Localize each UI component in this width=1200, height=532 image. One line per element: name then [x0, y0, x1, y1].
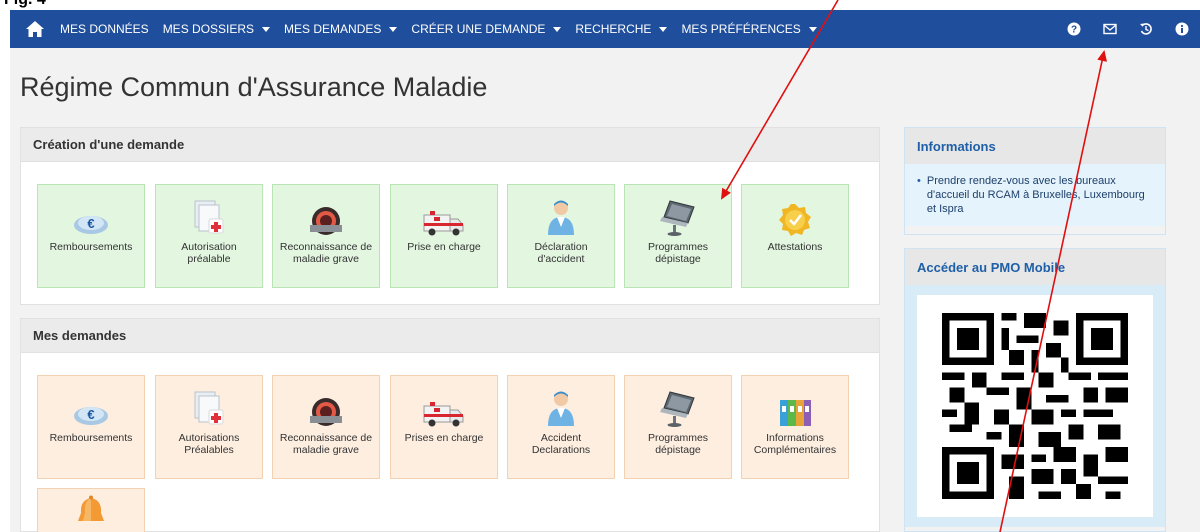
- tile-create-attestations[interactable]: Attestations: [741, 184, 849, 288]
- tile-label: Attestations: [767, 241, 823, 253]
- tile-req-remboursements[interactable]: € Remboursements: [37, 375, 145, 479]
- tile-label: Programmes dépistage: [647, 432, 709, 456]
- main-navbar: MES DONNÉES MES DOSSIERS MES DEMANDES CR…: [10, 10, 1200, 48]
- tile-create-declaration-accident[interactable]: Déclaration d'accident: [507, 184, 615, 288]
- nav-label: MES DONNÉES: [60, 22, 149, 36]
- info-icon: [1175, 22, 1189, 36]
- tile-label: Reconnaissance de maladie grave: [279, 241, 373, 265]
- laptop-icon: [656, 185, 700, 241]
- nav-mes-dossiers[interactable]: MES DOSSIERS: [162, 22, 271, 36]
- caret-down-icon: [389, 26, 398, 32]
- qr-code-container: [917, 295, 1153, 517]
- bullet-icon: •: [917, 175, 921, 187]
- tile-label: Autorisation préalable: [181, 241, 237, 265]
- medical-form-icon: [189, 185, 229, 241]
- svg-text:€: €: [87, 407, 94, 422]
- requests-panel-title: Mes demandes: [21, 319, 879, 353]
- history-icon: [1140, 23, 1152, 35]
- tile-label: Remboursements: [49, 241, 133, 253]
- figure-label: Fig. 4: [4, 0, 46, 9]
- caret-down-icon: [553, 26, 562, 32]
- nav-mes-preferences[interactable]: MES PRÉFÉRENCES: [681, 22, 817, 36]
- tile-label: Reconnaissance de maladie grave: [279, 432, 373, 456]
- caret-down-icon: [659, 26, 668, 32]
- laptop-icon: [656, 376, 700, 432]
- tile-req-autorisations[interactable]: Autorisations Préalables: [155, 375, 263, 479]
- nav-label: RECHERCHE: [575, 22, 652, 36]
- tile-req-maladie-grave[interactable]: Reconnaissance de maladie grave: [272, 375, 380, 479]
- nav-mes-donnees[interactable]: MES DONNÉES: [60, 22, 149, 36]
- pmo-mobile-panel: Accéder au PMO Mobile: [904, 248, 1166, 532]
- tile-create-remboursements[interactable]: € Remboursements: [37, 184, 145, 288]
- tile-label: Prises en charge: [404, 432, 484, 444]
- binders-icon: [777, 376, 813, 432]
- badge-icon: [778, 185, 812, 241]
- nav-label: CRÉER UNE DEMANDE: [411, 22, 546, 36]
- tile-req-prises-en-charge[interactable]: Prises en charge: [390, 375, 498, 479]
- nav-label: MES DOSSIERS: [162, 22, 255, 36]
- euro-icon: €: [71, 376, 111, 432]
- tile-label: Informations Complémentaires: [753, 432, 837, 456]
- tile-create-maladie-grave[interactable]: Reconnaissance de maladie grave: [272, 184, 380, 288]
- home-icon: [26, 21, 44, 37]
- tile-req-notifications[interactable]: [37, 488, 145, 532]
- svg-text:€: €: [87, 216, 94, 231]
- history-button[interactable]: [1128, 10, 1164, 48]
- help-button[interactable]: ?: [1056, 10, 1092, 48]
- nav-label: MES DEMANDES: [284, 22, 382, 36]
- bell-icon: [75, 489, 107, 532]
- qr-code-icon: [942, 313, 1128, 499]
- tile-req-informations-complementaires[interactable]: Informations Complémentaires: [741, 375, 849, 479]
- nav-recherche[interactable]: RECHERCHE: [575, 22, 668, 36]
- scanner-icon: [306, 376, 346, 432]
- information-body: • Prendre rendez-vous avec les bureaux d…: [905, 164, 1165, 226]
- ambulance-icon: [422, 185, 466, 241]
- pmo-mobile-title: Accéder au PMO Mobile: [905, 249, 1165, 285]
- svg-text:?: ?: [1071, 25, 1077, 36]
- tile-label: Remboursements: [49, 432, 133, 444]
- creation-panel-title: Création d'une demande: [21, 128, 879, 162]
- tile-create-programmes-depistage[interactable]: Programmes dépistage: [624, 184, 732, 288]
- nav-mes-demandes[interactable]: MES DEMANDES: [284, 22, 398, 36]
- tile-label: Prise en charge: [407, 241, 481, 253]
- tile-label: Programmes dépistage: [647, 241, 709, 265]
- information-panel-title: Informations: [905, 128, 1165, 164]
- nav-label: MES PRÉFÉRENCES: [681, 22, 801, 36]
- home-button[interactable]: [10, 20, 60, 38]
- mail-button[interactable]: [1092, 10, 1128, 48]
- euro-icon: €: [71, 185, 111, 241]
- info-button[interactable]: [1164, 10, 1200, 48]
- ambulance-icon: [422, 376, 466, 432]
- information-link[interactable]: Prendre rendez-vous avec les bureaux d'a…: [927, 174, 1153, 216]
- doctor-icon: [543, 185, 579, 241]
- scanner-icon: [306, 185, 346, 241]
- caret-down-icon: [262, 26, 271, 32]
- information-panel: Informations • Prendre rendez-vous avec …: [904, 127, 1166, 235]
- tile-label: Accident Declarations: [531, 432, 591, 456]
- doctor-icon: [543, 376, 579, 432]
- page-title: Régime Commun d'Assurance Maladie: [20, 72, 488, 102]
- tile-create-prise-en-charge[interactable]: Prise en charge: [390, 184, 498, 288]
- tile-req-programmes-depistage[interactable]: Programmes dépistage: [624, 375, 732, 479]
- tile-label: Autorisations Préalables: [178, 432, 240, 456]
- mail-icon: [1103, 23, 1117, 35]
- caret-down-icon: [808, 26, 817, 32]
- help-icon: ?: [1067, 22, 1081, 36]
- medical-form-icon: [189, 376, 229, 432]
- tile-req-accident-declarations[interactable]: Accident Declarations: [507, 375, 615, 479]
- nav-creer-demande[interactable]: CRÉER UNE DEMANDE: [411, 22, 562, 36]
- tile-create-autorisation[interactable]: Autorisation préalable: [155, 184, 263, 288]
- tile-label: Déclaration d'accident: [534, 241, 588, 265]
